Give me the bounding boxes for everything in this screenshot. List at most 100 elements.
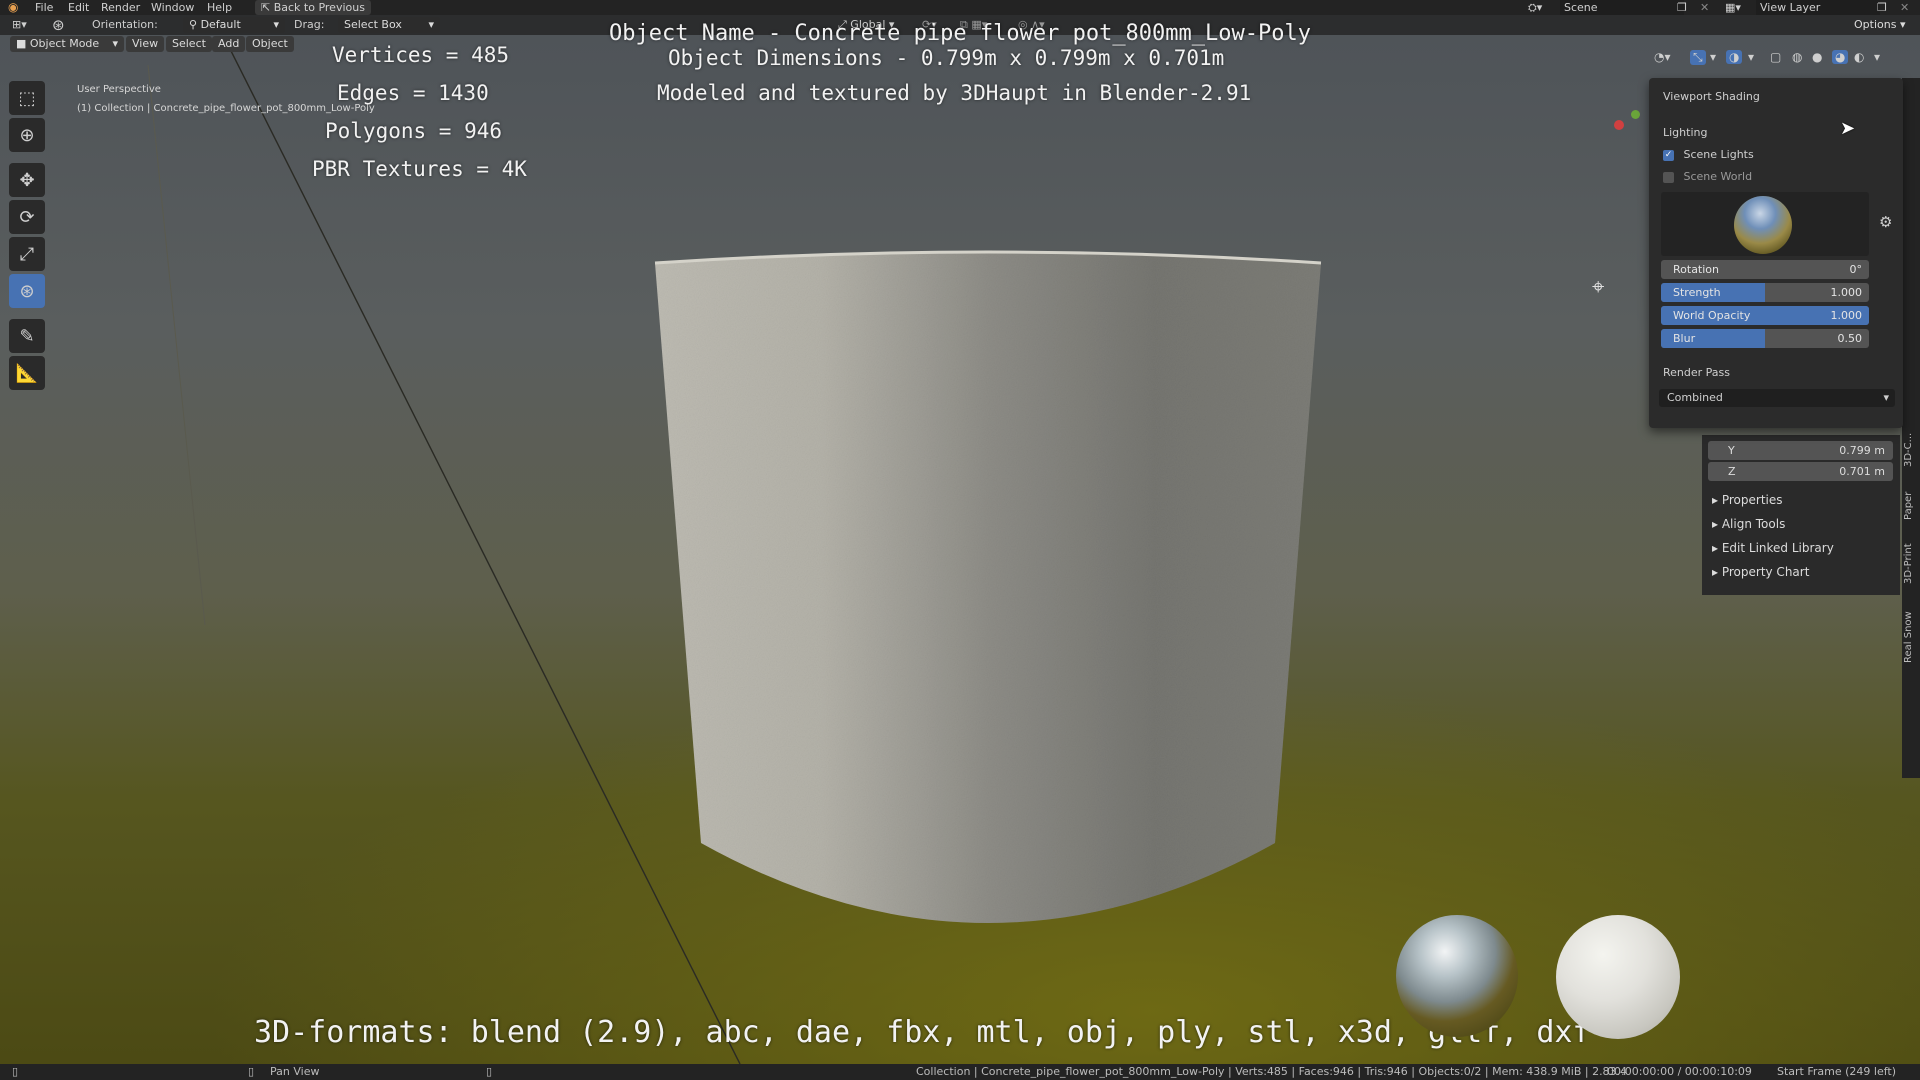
credit-caption: Modeled and textured by 3DHaupt in Blend… (657, 81, 1252, 105)
object-name-caption: Object Name - Concrete pipe flower pot_8… (609, 21, 1311, 46)
formats-caption: 3D-formats: blend (2.9), abc, dae, fbx, … (254, 1015, 1591, 1050)
dimension-y-field[interactable]: Y 0.799 m (1708, 441, 1893, 460)
view-layer-selector[interactable]: View Layer (1756, 0, 1880, 15)
timecode: 00:00:00:00 / 00:00:10:09 (1607, 1065, 1752, 1078)
concrete-pot-model[interactable] (653, 243, 1323, 963)
dimension-z-field[interactable]: Z 0.701 m (1708, 462, 1893, 481)
panel-properties[interactable]: ▸ Properties (1712, 493, 1783, 507)
chevron-right-icon: ▸ (1712, 493, 1722, 507)
scene-world-checkbox[interactable]: Scene World (1663, 170, 1752, 183)
start-frame-info: Start Frame (249 left) (1777, 1065, 1897, 1078)
move-tool[interactable]: ✥ (9, 163, 45, 197)
menu-edit[interactable]: Edit (68, 0, 89, 15)
menu-file[interactable]: File (35, 0, 53, 15)
render-pass-label: Render Pass (1663, 366, 1730, 379)
scene-selector[interactable]: Scene (1560, 0, 1684, 15)
gear-icon[interactable]: ⚙ (1879, 213, 1892, 231)
nav-gizmo-x-icon[interactable] (1614, 120, 1624, 130)
delete-view-layer-icon[interactable]: ✕ (1900, 0, 1909, 15)
viewport-display-controls: ◔▾ ⤡ ▾ ◑ ▾ ▢ ◍ ● ◕ ◐ ▾ (1652, 50, 1902, 70)
strength-slider[interactable]: Strength 1.000 (1661, 283, 1869, 302)
xray-icon[interactable]: ▢ (1770, 50, 1781, 64)
rendered-shading-icon[interactable]: ◐ (1854, 50, 1864, 64)
world-opacity-slider[interactable]: World Opacity 1.000 (1661, 306, 1869, 325)
checkmark-icon: ✓ (1663, 149, 1674, 161)
sidebar-tab-3dc[interactable]: 3D-C... (1903, 420, 1919, 480)
blender-logo-icon[interactable]: ◉ (8, 0, 18, 15)
measure-tool[interactable]: 📐 (9, 356, 45, 390)
wireframe-shading-icon[interactable]: ◍ (1792, 50, 1802, 64)
scale-tool[interactable]: ⤢ (9, 237, 45, 271)
sidebar-tab-3d-print[interactable]: 3D-Print (1903, 534, 1919, 594)
delete-scene-icon[interactable]: ✕ (1700, 0, 1709, 15)
annotate-tool[interactable]: ✎ (9, 319, 45, 353)
editor-type-icon[interactable]: ⊞▾ (12, 15, 27, 35)
options-dropdown[interactable]: Options ▾ (1848, 17, 1911, 33)
transform-pivot-icon[interactable]: ⊛ (52, 15, 65, 35)
menu-render[interactable]: Render (101, 0, 140, 15)
3d-viewport[interactable]: ⊞▾ ⊛ Orientation: ⚲ Default ▾ Drag: Selec… (0, 15, 1920, 1064)
dimensions-caption: Object Dimensions - 0.799m x 0.799m x 0.… (668, 46, 1225, 70)
solid-shading-icon[interactable]: ● (1812, 50, 1822, 64)
scene-lights-checkbox[interactable]: ✓ Scene Lights (1663, 148, 1754, 161)
overlays-toggle-icon[interactable]: ◑ (1726, 50, 1743, 64)
overlays-dropdown-icon[interactable]: ▾ (1748, 50, 1754, 64)
drag-dropdown[interactable]: Select Box ▾ (338, 17, 440, 33)
object-menu[interactable]: Object (246, 36, 294, 52)
lighting-label: Lighting (1663, 126, 1708, 139)
panel-edit-linked-library[interactable]: ▸ Edit Linked Library (1712, 541, 1834, 555)
visibility-icon[interactable]: ◔▾ (1654, 50, 1671, 64)
back-to-previous-button[interactable]: ⇱ Back to Previous (255, 0, 371, 15)
scene-selector-icon[interactable]: ⛭▾ (1528, 0, 1542, 15)
transform-tool[interactable]: ⊛ (9, 274, 45, 308)
shading-dropdown-icon[interactable]: ▾ (1874, 50, 1880, 64)
hdri-thumbnail-sphere[interactable] (1734, 196, 1792, 254)
new-view-layer-icon[interactable]: ❐ (1877, 0, 1887, 15)
edges-caption: Edges = 1430 (337, 81, 489, 105)
chevron-down-icon: ▾ (273, 18, 279, 31)
mode-header: ■ Object Mode ▾ View Select Add Object (0, 36, 300, 70)
orientation-icon: ⚲ (189, 18, 201, 31)
cursor-tool[interactable]: ⊕ (9, 118, 45, 152)
collection-path-label: (1) Collection | Concrete_pipe_flower_po… (77, 103, 375, 114)
orientation-dropdown[interactable]: ⚲ Default ▾ (183, 17, 285, 33)
scene-statistics: Collection | Concrete_pipe_flower_pot_80… (916, 1065, 1628, 1078)
hdri-preview-diffuse-ball (1556, 915, 1680, 1039)
sidebar-tabs: 3D-C... Paper 3D-Print Real Snow (1902, 78, 1920, 778)
view-menu[interactable]: View (126, 36, 165, 52)
tool-shelf: ⬚ ⊕ ✥ ⟳ ⤢ ⊛ ✎ 📐 (9, 81, 47, 393)
sidebar-tab-real-snow[interactable]: Real Snow (1903, 602, 1919, 672)
new-scene-icon[interactable]: ❐ (1677, 0, 1687, 15)
hdri-thumbnail-frame[interactable] (1661, 192, 1869, 256)
select-box-tool[interactable]: ⬚ (9, 81, 45, 115)
checkbox-box (1663, 171, 1674, 183)
back-icon: ⇱ (261, 1, 274, 14)
material-preview-shading-icon[interactable]: ◕ (1832, 50, 1849, 64)
select-menu[interactable]: Select (166, 36, 212, 52)
scale-icon: ⤢ (19, 243, 35, 265)
add-menu[interactable]: Add (212, 36, 246, 52)
mode-dropdown[interactable]: ■ Object Mode ▾ (10, 36, 124, 52)
top-menu-bar: ◉ File Edit Render Window Help ⇱ Back to… (0, 0, 1920, 15)
light-gizmo-icon[interactable]: ⌖ (1592, 277, 1614, 299)
gizmo-toggle-icon[interactable]: ⤡ (1690, 50, 1706, 65)
render-pass-dropdown[interactable]: Combined ▾ (1659, 389, 1895, 407)
rotate-tool[interactable]: ⟳ (9, 200, 45, 234)
view-layer-icon[interactable]: ▦▾ (1725, 0, 1741, 15)
menu-help[interactable]: Help (207, 0, 232, 15)
blur-slider[interactable]: Blur 0.50 (1661, 329, 1869, 348)
gizmo-dropdown-icon[interactable]: ▾ (1710, 50, 1716, 64)
chevron-down-icon: ▾ (1883, 391, 1889, 404)
nav-gizmo-y-icon[interactable] (1631, 110, 1640, 119)
hdri-preview-chrome-ball (1396, 915, 1518, 1037)
move-icon: ✥ (19, 169, 35, 191)
mouse-middle-icon: ▯ (248, 1065, 255, 1078)
menu-window[interactable]: Window (151, 0, 194, 15)
perspective-label: User Perspective (77, 84, 161, 95)
sidebar-tab-paper[interactable]: Paper (1903, 486, 1919, 526)
panel-align-tools[interactable]: ▸ Align Tools (1712, 517, 1785, 531)
chevron-down-icon: ▾ (428, 18, 434, 31)
rotation-slider[interactable]: Rotation 0° (1661, 260, 1869, 279)
panel-property-chart[interactable]: ▸ Property Chart (1712, 565, 1809, 579)
pencil-icon: ✎ (19, 325, 35, 347)
